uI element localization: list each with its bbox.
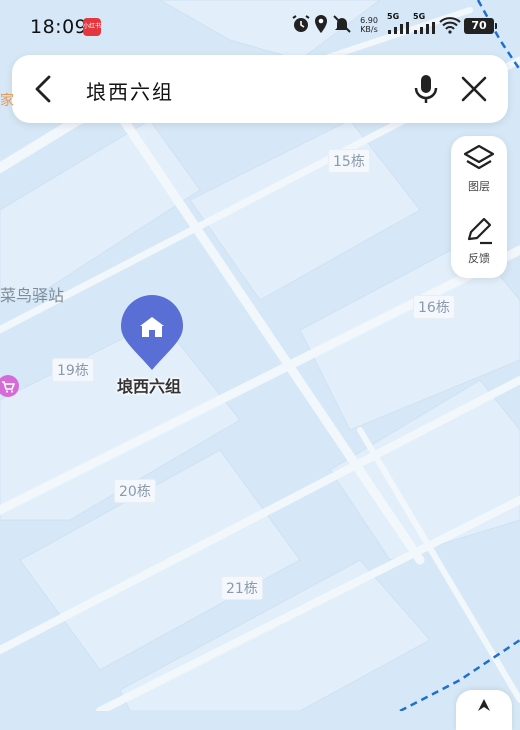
partial-poi-label: 家	[0, 93, 14, 109]
net-speed-value: 6.90	[360, 16, 378, 25]
microphone-icon	[414, 75, 438, 103]
feedback-button[interactable]: 反馈	[451, 214, 507, 282]
building-label-16[interactable]: 16栋	[413, 295, 455, 319]
mute-bell-icon	[333, 15, 351, 33]
close-button[interactable]	[456, 71, 492, 107]
search-bar	[12, 55, 508, 123]
back-button[interactable]	[26, 71, 62, 107]
app-notification-icon: 小红书	[83, 18, 101, 36]
building-label-19[interactable]: 19栋	[52, 358, 94, 382]
layers-label: 图层	[468, 180, 490, 193]
building-label-21[interactable]: 21栋	[221, 576, 263, 600]
edit-pen-icon	[467, 217, 492, 245]
signal-sim2: 5G	[413, 12, 439, 36]
locate-button[interactable]	[456, 690, 512, 730]
sim1-label: 5G	[387, 12, 400, 21]
poi-label-cainiao[interactable]: 菜鸟驿站	[0, 282, 64, 306]
search-input[interactable]	[84, 75, 388, 105]
alarm-icon	[292, 15, 310, 32]
building-label-20[interactable]: 20栋	[114, 479, 156, 503]
layers-button[interactable]: 图层	[451, 142, 507, 210]
status-time: 18:09	[30, 16, 88, 38]
map-tool-panel: 图层 反馈	[451, 136, 507, 278]
wifi-icon	[439, 17, 461, 34]
location-pin-icon[interactable]	[119, 293, 185, 373]
layers-icon	[463, 144, 495, 170]
shopping-cart-icon[interactable]	[0, 374, 20, 398]
net-speed: 6.90 KB/s	[357, 16, 381, 34]
status-icons: 6.90 KB/s 5G 5G 70	[291, 12, 497, 40]
signal-bars-icon	[388, 22, 409, 34]
chevron-left-icon	[35, 75, 51, 103]
close-icon	[461, 76, 487, 102]
location-icon	[315, 15, 327, 33]
pin-label[interactable]: 埌西六组	[117, 373, 181, 397]
battery-indicator: 70	[464, 18, 497, 34]
navigation-arrow-icon	[478, 699, 490, 711]
signal-bars-icon	[414, 22, 435, 34]
net-speed-unit: KB/s	[360, 25, 378, 34]
voice-search-button[interactable]	[408, 71, 444, 107]
feedback-label: 反馈	[468, 252, 490, 265]
building-label-15[interactable]: 15栋	[328, 149, 370, 173]
sim2-label: 5G	[413, 12, 426, 21]
status-bar: 18:09 小红书 6.90 KB/s 5G 5G 70	[0, 0, 520, 52]
signal-sim1: 5G	[387, 12, 413, 36]
